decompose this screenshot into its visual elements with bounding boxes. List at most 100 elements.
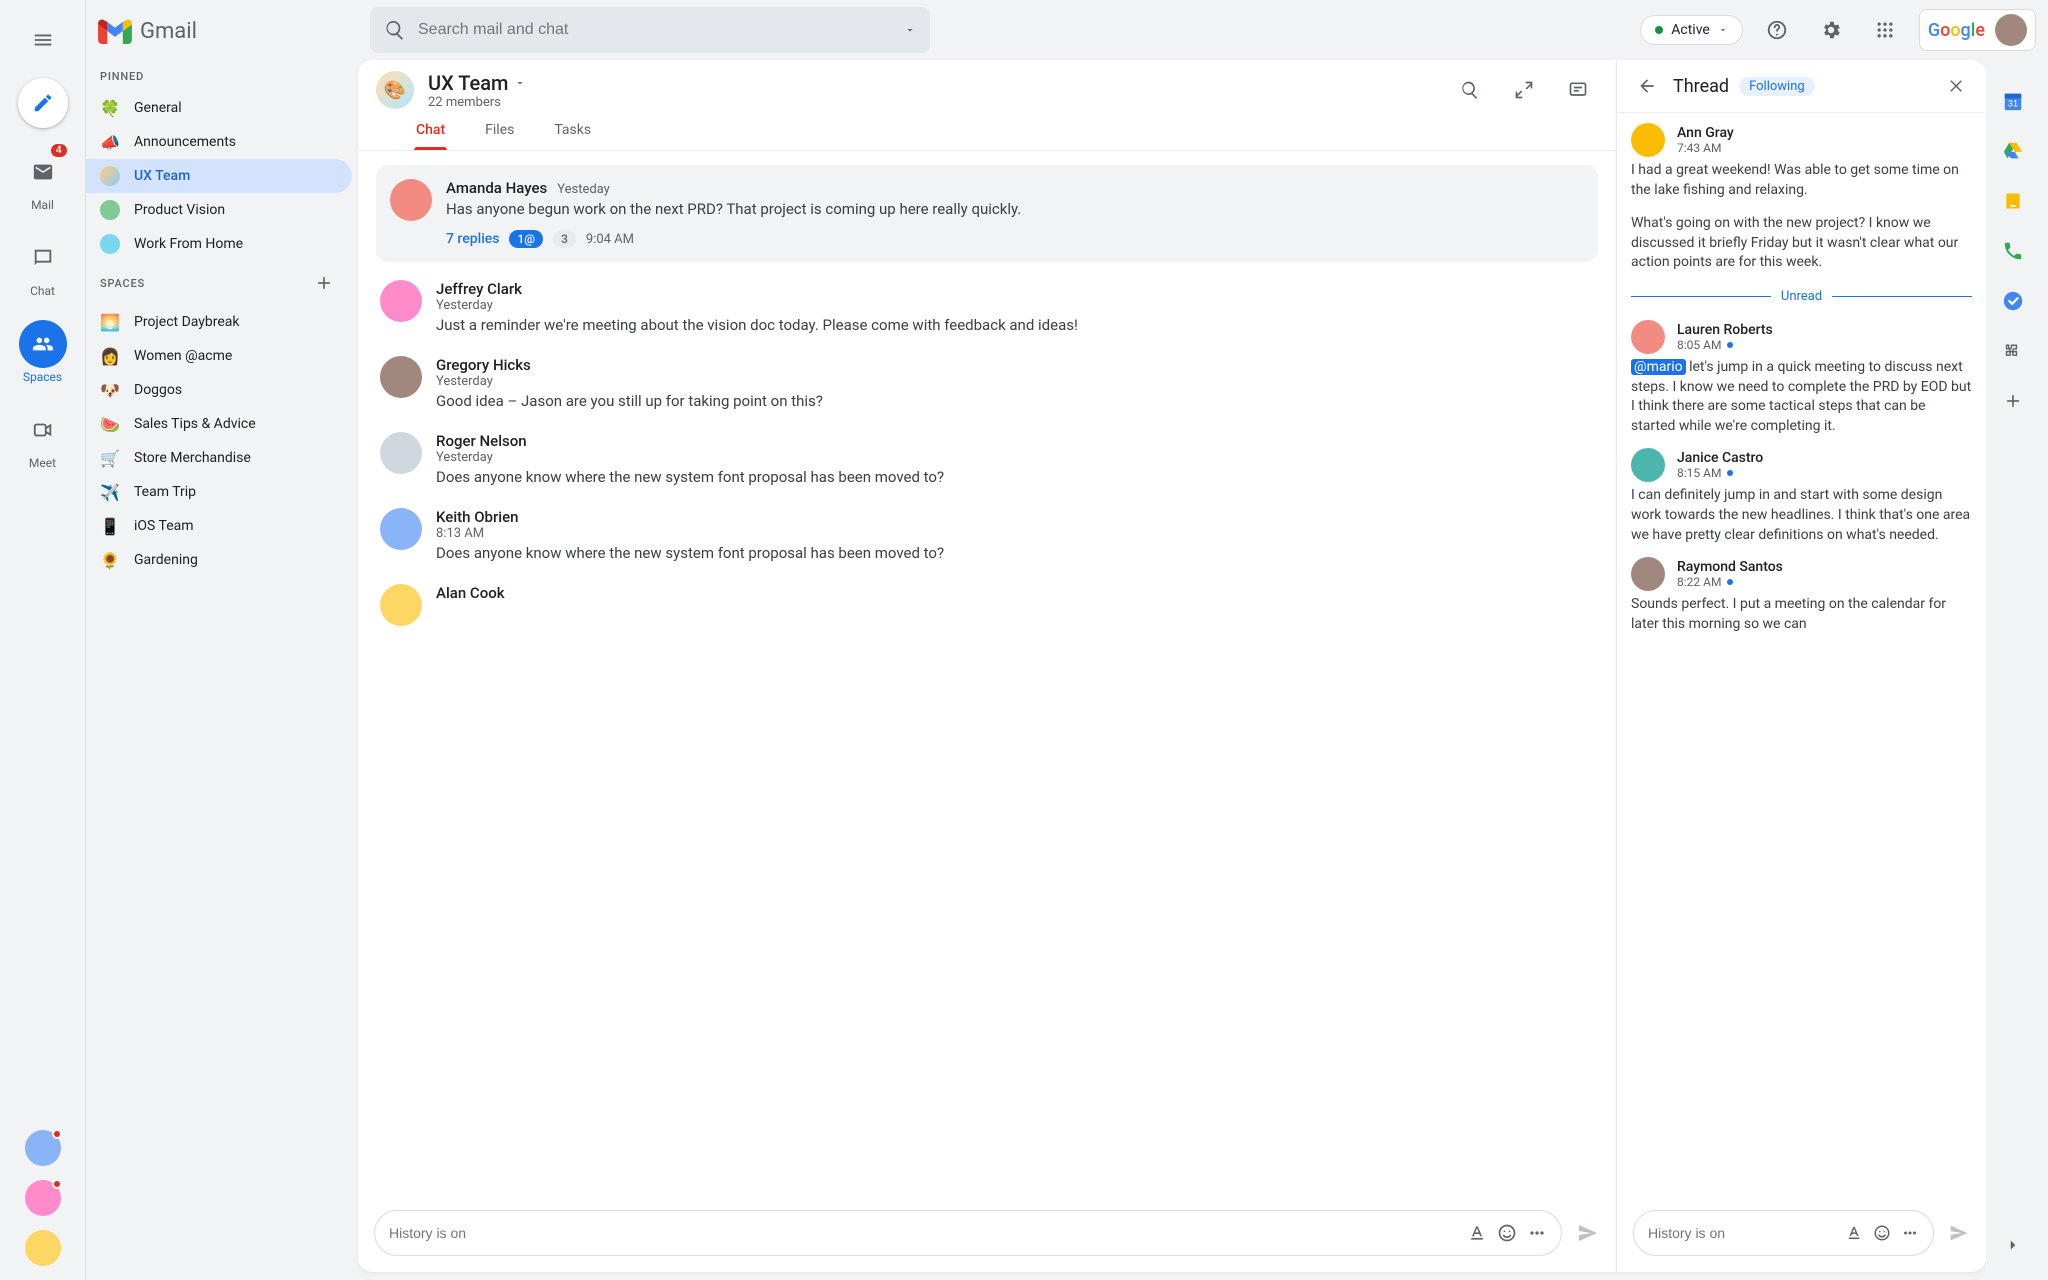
rail-recent-3[interactable]	[25, 1230, 61, 1266]
google-account-chip[interactable]: Google	[1919, 9, 2036, 51]
msg-text: Does anyone know where the new system fo…	[436, 467, 1594, 488]
compose-button[interactable]	[18, 78, 68, 128]
sidebar-item-label: Announcements	[134, 134, 236, 150]
sidebar-item-announcements[interactable]: 📣 Announcements	[86, 125, 352, 159]
apps-button[interactable]	[1865, 10, 1905, 50]
tab-chat[interactable]: Chat	[414, 114, 447, 150]
msg-text: Good idea – Jason are you still up for t…	[436, 391, 1594, 412]
more-button[interactable]	[1901, 1224, 1919, 1242]
emoji-button[interactable]	[1497, 1223, 1517, 1243]
rail-mail[interactable]: 4 Mail	[13, 148, 73, 212]
rail-spaces[interactable]: Spaces	[13, 320, 73, 384]
message[interactable]: Jeffrey ClarkYesterdayJust a reminder we…	[376, 270, 1598, 346]
rail-meet[interactable]: Meet	[13, 406, 73, 470]
woman-icon: 👩	[100, 346, 120, 366]
sidebar-item-ux-team[interactable]: UX Team	[86, 159, 352, 193]
avatar	[380, 432, 422, 474]
sidebar-item-doggos[interactable]: 🐶Doggos	[86, 373, 352, 407]
main-menu-button[interactable]	[19, 16, 67, 64]
keep-app-button[interactable]	[2002, 190, 2024, 212]
sidebar-item-general[interactable]: 🍀General	[86, 91, 352, 125]
thread-message[interactable]: Ann Gray7:43 AM I had a great weekend! W…	[1631, 117, 1972, 279]
more-button[interactable]	[1527, 1223, 1547, 1243]
caret-down-icon[interactable]	[514, 77, 526, 89]
thread-back-button[interactable]	[1631, 70, 1663, 102]
sidebar-item-gardening[interactable]: 🌻Gardening	[86, 543, 352, 577]
thread-close-button[interactable]	[1940, 70, 1972, 102]
collapse-button[interactable]	[1504, 70, 1544, 110]
sidebar-item-work-from-home[interactable]: Work From Home	[86, 227, 352, 261]
send-button[interactable]	[1576, 1221, 1600, 1245]
format-button[interactable]	[1467, 1223, 1487, 1243]
addons-app-button[interactable]	[2002, 340, 2024, 362]
settings-button[interactable]	[1811, 10, 1851, 50]
sidebar-item-team-trip[interactable]: ✈️Team Trip	[86, 475, 352, 509]
spaces-icon	[32, 333, 54, 355]
caret-down-icon[interactable]	[904, 24, 916, 36]
megaphone-icon: 📣	[100, 132, 120, 152]
unread-label: Unread	[1781, 289, 1822, 304]
watermelon-icon: 🍉	[100, 414, 120, 434]
thread-composer[interactable]	[1633, 1210, 1934, 1256]
status-label: Active	[1671, 22, 1710, 38]
help-button[interactable]	[1757, 10, 1797, 50]
format-button[interactable]	[1845, 1224, 1863, 1242]
message-composer[interactable]	[374, 1210, 1562, 1256]
status-chip[interactable]: Active	[1640, 15, 1743, 45]
sidebar-item-project-daybreak[interactable]: 🌅Project Daybreak	[86, 305, 352, 339]
add-app-button[interactable]	[2002, 390, 2024, 412]
open-thread-button[interactable]	[1558, 70, 1598, 110]
thread-composer-input[interactable]	[1648, 1225, 1835, 1241]
sidebar-item-women-acme[interactable]: 👩Women @acme	[86, 339, 352, 373]
msg-author: Alan Cook	[436, 584, 505, 602]
drive-app-button[interactable]	[2002, 140, 2024, 162]
message-pinned[interactable]: Amanda HayesYesteday Has anyone begun wo…	[376, 165, 1598, 262]
sidebar-item-label: Gardening	[134, 552, 198, 568]
sidebar-item-sales-tips[interactable]: 🍉Sales Tips & Advice	[86, 407, 352, 441]
msg-author: Jeffrey Clark	[436, 280, 522, 298]
mention-chip[interactable]: @mario	[1631, 359, 1686, 375]
replies-link[interactable]: 7 replies	[446, 231, 499, 247]
search-input[interactable]	[418, 21, 892, 39]
rail-recent-2[interactable]	[25, 1180, 61, 1216]
following-chip[interactable]: Following	[1739, 77, 1815, 96]
thread-message[interactable]: Janice Castro8:15 AM I can definitely ju…	[1631, 442, 1972, 551]
message[interactable]: Alan Cook	[376, 574, 1598, 636]
composer-input[interactable]	[389, 1225, 1457, 1241]
add-space-button[interactable]	[310, 269, 338, 297]
collapse-panel-button[interactable]	[2002, 1234, 2024, 1256]
spaces-title: SPACES	[100, 277, 145, 290]
msg-text: Does anyone know where the new system fo…	[436, 543, 1594, 564]
msg-author: Gregory Hicks	[436, 356, 531, 374]
emoji-button[interactable]	[1873, 1224, 1891, 1242]
user-avatar[interactable]	[1995, 14, 2027, 46]
rail-recent-1[interactable]	[25, 1130, 61, 1166]
puzzle-icon	[2003, 341, 2023, 361]
contacts-app-button[interactable]	[2002, 240, 2024, 262]
tab-files[interactable]: Files	[483, 114, 516, 150]
sidebar-item-label: Store Merchandise	[134, 450, 251, 466]
message[interactable]: Keith Obrien8:13 AMDoes anyone know wher…	[376, 498, 1598, 574]
message[interactable]: Roger NelsonYesterdayDoes anyone know wh…	[376, 422, 1598, 498]
tmsg-author: Ann Gray	[1677, 125, 1734, 141]
thread-message[interactable]: Lauren Roberts8:05 AM @mario let's jump …	[1631, 314, 1972, 442]
pinned-title: PINNED	[100, 70, 144, 83]
tasks-app-button[interactable]	[2002, 290, 2024, 312]
sidebar-item-ios-team[interactable]: 📱iOS Team	[86, 509, 352, 543]
thread-send-button[interactable]	[1948, 1222, 1970, 1244]
mention-pill: 1@	[509, 230, 543, 248]
tab-tasks[interactable]: Tasks	[552, 114, 593, 150]
tmsg-author: Janice Castro	[1677, 450, 1763, 466]
brand[interactable]: Gmail	[86, 8, 352, 62]
search-bar[interactable]	[370, 7, 930, 53]
sidebar-item-product-vision[interactable]: Product Vision	[86, 193, 352, 227]
message[interactable]: Gregory HicksYesterdayGood idea – Jason …	[376, 346, 1598, 422]
message-list: Amanda HayesYesteday Has anyone begun wo…	[358, 151, 1616, 1200]
status-dot-icon	[1655, 26, 1663, 34]
space-search-button[interactable]	[1450, 70, 1490, 110]
topbar: Active Google	[358, 0, 2048, 60]
sidebar-item-store-merchandise[interactable]: 🛒Store Merchandise	[86, 441, 352, 475]
calendar-app-button[interactable]: 31	[2002, 90, 2024, 112]
thread-message[interactable]: Raymond Santos8:22 AM Sounds perfect. I …	[1631, 551, 1972, 640]
rail-chat[interactable]: Chat	[13, 234, 73, 298]
